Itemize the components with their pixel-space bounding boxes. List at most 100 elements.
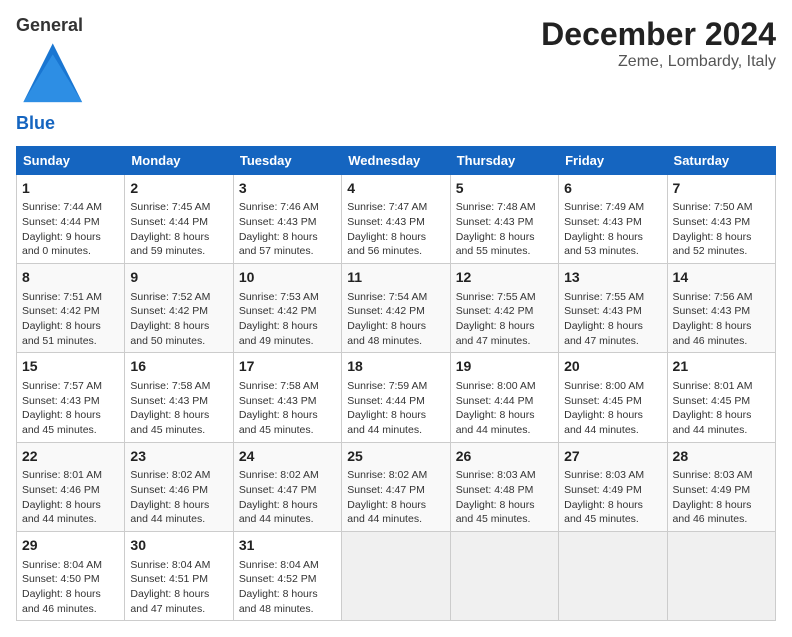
day-number: 2 xyxy=(130,179,227,199)
day-info: Sunrise: 8:03 AM Sunset: 4:49 PM Dayligh… xyxy=(673,468,770,527)
day-number: 14 xyxy=(673,268,770,288)
day-info: Sunrise: 7:57 AM Sunset: 4:43 PM Dayligh… xyxy=(22,379,119,438)
day-info: Sunrise: 8:00 AM Sunset: 4:45 PM Dayligh… xyxy=(564,379,661,438)
location-subtitle: Zeme, Lombardy, Italy xyxy=(541,53,776,71)
day-info: Sunrise: 7:55 AM Sunset: 4:43 PM Dayligh… xyxy=(564,290,661,349)
day-number: 30 xyxy=(130,536,227,556)
day-info: Sunrise: 8:00 AM Sunset: 4:44 PM Dayligh… xyxy=(456,379,553,438)
weekday-header-sunday: Sunday xyxy=(17,146,125,174)
weekday-header-row: SundayMondayTuesdayWednesdayThursdayFrid… xyxy=(17,146,776,174)
day-number: 7 xyxy=(673,179,770,199)
day-number: 1 xyxy=(22,179,119,199)
day-info: Sunrise: 7:47 AM Sunset: 4:43 PM Dayligh… xyxy=(347,200,444,259)
calendar-day-cell xyxy=(450,532,558,621)
day-number: 10 xyxy=(239,268,336,288)
day-info: Sunrise: 7:53 AM Sunset: 4:42 PM Dayligh… xyxy=(239,290,336,349)
day-number: 6 xyxy=(564,179,661,199)
day-number: 15 xyxy=(22,357,119,377)
day-number: 22 xyxy=(22,447,119,467)
day-number: 29 xyxy=(22,536,119,556)
calendar-day-cell: 13Sunrise: 7:55 AM Sunset: 4:43 PM Dayli… xyxy=(559,264,667,353)
day-info: Sunrise: 7:58 AM Sunset: 4:43 PM Dayligh… xyxy=(130,379,227,438)
day-info: Sunrise: 7:50 AM Sunset: 4:43 PM Dayligh… xyxy=(673,200,770,259)
day-number: 8 xyxy=(22,268,119,288)
page-header: General Blue December 2024 Zeme, Lombard… xyxy=(16,16,776,134)
calendar-day-cell: 30Sunrise: 8:04 AM Sunset: 4:51 PM Dayli… xyxy=(125,532,233,621)
calendar-day-cell: 2Sunrise: 7:45 AM Sunset: 4:44 PM Daylig… xyxy=(125,174,233,263)
weekday-header-saturday: Saturday xyxy=(667,146,775,174)
day-info: Sunrise: 8:03 AM Sunset: 4:48 PM Dayligh… xyxy=(456,468,553,527)
calendar-day-cell: 17Sunrise: 7:58 AM Sunset: 4:43 PM Dayli… xyxy=(233,353,341,442)
calendar-day-cell: 16Sunrise: 7:58 AM Sunset: 4:43 PM Dayli… xyxy=(125,353,233,442)
day-number: 4 xyxy=(347,179,444,199)
calendar-day-cell xyxy=(559,532,667,621)
day-number: 17 xyxy=(239,357,336,377)
calendar-day-cell: 10Sunrise: 7:53 AM Sunset: 4:42 PM Dayli… xyxy=(233,264,341,353)
day-info: Sunrise: 8:01 AM Sunset: 4:45 PM Dayligh… xyxy=(673,379,770,438)
calendar-day-cell: 8Sunrise: 7:51 AM Sunset: 4:42 PM Daylig… xyxy=(17,264,125,353)
calendar-day-cell: 18Sunrise: 7:59 AM Sunset: 4:44 PM Dayli… xyxy=(342,353,450,442)
calendar-day-cell: 20Sunrise: 8:00 AM Sunset: 4:45 PM Dayli… xyxy=(559,353,667,442)
calendar-day-cell: 3Sunrise: 7:46 AM Sunset: 4:43 PM Daylig… xyxy=(233,174,341,263)
day-number: 28 xyxy=(673,447,770,467)
day-info: Sunrise: 8:04 AM Sunset: 4:52 PM Dayligh… xyxy=(239,558,336,617)
calendar-day-cell: 4Sunrise: 7:47 AM Sunset: 4:43 PM Daylig… xyxy=(342,174,450,263)
calendar-day-cell: 5Sunrise: 7:48 AM Sunset: 4:43 PM Daylig… xyxy=(450,174,558,263)
day-info: Sunrise: 7:49 AM Sunset: 4:43 PM Dayligh… xyxy=(564,200,661,259)
day-number: 5 xyxy=(456,179,553,199)
day-number: 18 xyxy=(347,357,444,377)
day-number: 25 xyxy=(347,447,444,467)
calendar-day-cell: 22Sunrise: 8:01 AM Sunset: 4:46 PM Dayli… xyxy=(17,442,125,531)
day-info: Sunrise: 7:59 AM Sunset: 4:44 PM Dayligh… xyxy=(347,379,444,438)
calendar-day-cell xyxy=(667,532,775,621)
logo-general-text: General xyxy=(16,15,83,35)
calendar-table: SundayMondayTuesdayWednesdayThursdayFrid… xyxy=(16,146,776,622)
calendar-day-cell: 24Sunrise: 8:02 AM Sunset: 4:47 PM Dayli… xyxy=(233,442,341,531)
day-number: 12 xyxy=(456,268,553,288)
day-number: 27 xyxy=(564,447,661,467)
day-number: 26 xyxy=(456,447,553,467)
day-number: 20 xyxy=(564,357,661,377)
calendar-day-cell: 23Sunrise: 8:02 AM Sunset: 4:46 PM Dayli… xyxy=(125,442,233,531)
day-info: Sunrise: 7:55 AM Sunset: 4:42 PM Dayligh… xyxy=(456,290,553,349)
calendar-day-cell: 31Sunrise: 8:04 AM Sunset: 4:52 PM Dayli… xyxy=(233,532,341,621)
day-info: Sunrise: 7:45 AM Sunset: 4:44 PM Dayligh… xyxy=(130,200,227,259)
calendar-day-cell: 19Sunrise: 8:00 AM Sunset: 4:44 PM Dayli… xyxy=(450,353,558,442)
calendar-day-cell: 29Sunrise: 8:04 AM Sunset: 4:50 PM Dayli… xyxy=(17,532,125,621)
calendar-day-cell: 21Sunrise: 8:01 AM Sunset: 4:45 PM Dayli… xyxy=(667,353,775,442)
calendar-day-cell: 7Sunrise: 7:50 AM Sunset: 4:43 PM Daylig… xyxy=(667,174,775,263)
logo-blue-text: Blue xyxy=(16,114,90,134)
day-number: 23 xyxy=(130,447,227,467)
day-info: Sunrise: 8:01 AM Sunset: 4:46 PM Dayligh… xyxy=(22,468,119,527)
day-number: 24 xyxy=(239,447,336,467)
day-number: 19 xyxy=(456,357,553,377)
month-title: December 2024 xyxy=(541,16,776,53)
calendar-day-cell: 15Sunrise: 7:57 AM Sunset: 4:43 PM Dayli… xyxy=(17,353,125,442)
weekday-header-friday: Friday xyxy=(559,146,667,174)
weekday-header-wednesday: Wednesday xyxy=(342,146,450,174)
day-info: Sunrise: 7:56 AM Sunset: 4:43 PM Dayligh… xyxy=(673,290,770,349)
day-number: 13 xyxy=(564,268,661,288)
logo-icon xyxy=(16,96,90,113)
calendar-week-row: 29Sunrise: 8:04 AM Sunset: 4:50 PM Dayli… xyxy=(17,532,776,621)
day-info: Sunrise: 8:02 AM Sunset: 4:47 PM Dayligh… xyxy=(239,468,336,527)
day-number: 9 xyxy=(130,268,227,288)
calendar-day-cell: 12Sunrise: 7:55 AM Sunset: 4:42 PM Dayli… xyxy=(450,264,558,353)
day-info: Sunrise: 7:44 AM Sunset: 4:44 PM Dayligh… xyxy=(22,200,119,259)
day-number: 21 xyxy=(673,357,770,377)
weekday-header-thursday: Thursday xyxy=(450,146,558,174)
weekday-header-tuesday: Tuesday xyxy=(233,146,341,174)
day-number: 11 xyxy=(347,268,444,288)
day-info: Sunrise: 8:04 AM Sunset: 4:50 PM Dayligh… xyxy=(22,558,119,617)
day-number: 3 xyxy=(239,179,336,199)
day-info: Sunrise: 7:54 AM Sunset: 4:42 PM Dayligh… xyxy=(347,290,444,349)
calendar-day-cell: 27Sunrise: 8:03 AM Sunset: 4:49 PM Dayli… xyxy=(559,442,667,531)
calendar-day-cell: 26Sunrise: 8:03 AM Sunset: 4:48 PM Dayli… xyxy=(450,442,558,531)
day-info: Sunrise: 7:58 AM Sunset: 4:43 PM Dayligh… xyxy=(239,379,336,438)
day-info: Sunrise: 7:52 AM Sunset: 4:42 PM Dayligh… xyxy=(130,290,227,349)
day-info: Sunrise: 7:51 AM Sunset: 4:42 PM Dayligh… xyxy=(22,290,119,349)
title-block: December 2024 Zeme, Lombardy, Italy xyxy=(541,16,776,71)
day-number: 16 xyxy=(130,357,227,377)
calendar-week-row: 22Sunrise: 8:01 AM Sunset: 4:46 PM Dayli… xyxy=(17,442,776,531)
calendar-day-cell: 28Sunrise: 8:03 AM Sunset: 4:49 PM Dayli… xyxy=(667,442,775,531)
